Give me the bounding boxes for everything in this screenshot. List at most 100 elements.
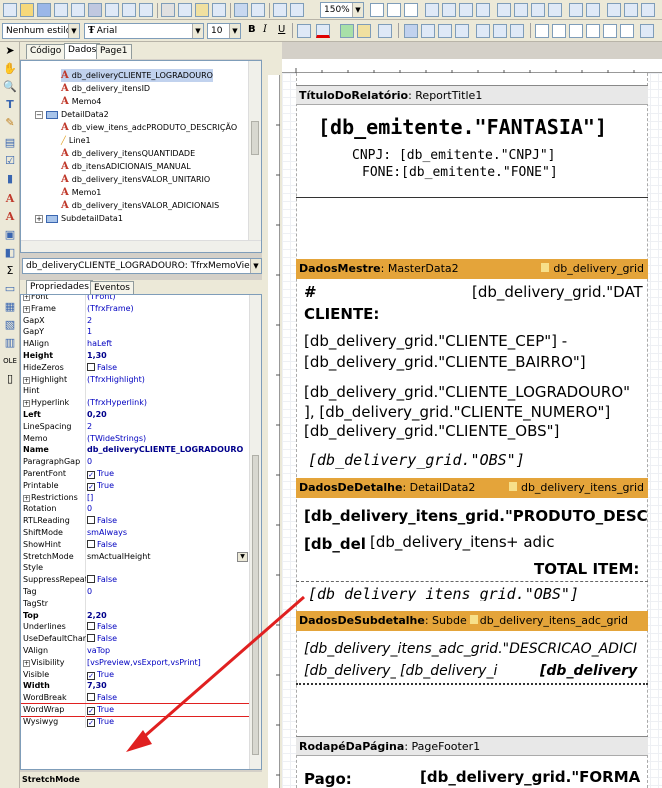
property-row[interactable]: + Hyperlink (TfrxHyperlink): [21, 397, 250, 409]
memo-sub-3[interactable]: [db_delivery: [540, 663, 648, 679]
expand-icon[interactable]: +: [23, 295, 30, 301]
barcode-icon[interactable]: ▯: [3, 372, 17, 386]
property-value[interactable]: (TfrxFrame): [87, 303, 250, 315]
property-value[interactable]: [vsPreview,vsExport,vsPrint]: [87, 657, 250, 669]
unchecked-checkbox-icon[interactable]: [87, 516, 95, 525]
new-page-icon[interactable]: [105, 3, 119, 17]
property-value[interactable]: ✓ True: [87, 669, 250, 681]
band-header-report-title[interactable]: TítuloDoRelatório: ReportTitle1: [296, 85, 648, 105]
property-value[interactable]: []: [87, 492, 250, 504]
open-icon[interactable]: [20, 3, 34, 17]
highlight-icon[interactable]: [340, 24, 354, 38]
property-value[interactable]: db_deliveryCLIENTE_LOGRADOURO: [87, 444, 250, 456]
tree-item[interactable]: Adb_itensADICIONAIS_MANUAL: [61, 160, 191, 173]
property-value[interactable]: 1,30: [87, 350, 250, 362]
tab-page[interactable]: Page1: [96, 44, 132, 59]
chevron-down-icon[interactable]: ▼: [237, 551, 248, 562]
expand-icon[interactable]: +: [23, 400, 30, 408]
tree-item[interactable]: ╱ Line1: [61, 134, 91, 147]
memo-bairro[interactable]: [db_delivery_grid."CLIENTE_BAIRRO"]: [304, 353, 586, 371]
memo-sub-2[interactable]: [db_delivery_it: [400, 663, 498, 679]
property-row[interactable]: Memo (TWideStrings): [21, 432, 250, 445]
property-value[interactable]: ✓ True: [87, 704, 250, 716]
property-value[interactable]: 0: [87, 456, 250, 468]
same-size-icon[interactable]: [641, 3, 655, 17]
frame-all-icon[interactable]: [603, 24, 617, 38]
undo-icon[interactable]: [234, 3, 248, 17]
expand-icon[interactable]: +: [23, 494, 30, 502]
align-grid-icon[interactable]: [387, 3, 401, 17]
property-row[interactable]: RTLReading False: [21, 515, 250, 527]
select-tool-icon[interactable]: ➤: [3, 44, 17, 58]
shape-tool-icon[interactable]: ▭: [3, 282, 17, 296]
frame-none-icon[interactable]: [620, 24, 634, 38]
memo-itens[interactable]: [db_delivery_itens: [370, 533, 507, 551]
property-row[interactable]: Rotation 0: [21, 503, 250, 516]
font-size-select[interactable]: 10 ▼: [207, 23, 241, 39]
align-right-icon[interactable]: [459, 3, 473, 17]
memo-hash[interactable]: #: [304, 283, 317, 301]
new-icon[interactable]: [3, 3, 17, 17]
unchecked-checkbox-icon[interactable]: [87, 693, 95, 702]
expand-icon[interactable]: +: [35, 214, 43, 223]
property-value[interactable]: 0: [87, 586, 250, 598]
memo-cnpj[interactable]: CNPJ: [db_emitente."CNPJ"]: [352, 148, 556, 163]
checked-checkbox-icon[interactable]: ✓: [87, 707, 95, 715]
cut-icon[interactable]: [161, 3, 175, 17]
memo-pago[interactable]: Pago:: [304, 770, 352, 788]
property-value[interactable]: (TFont): [87, 295, 250, 303]
tab-properties[interactable]: Propriedades: [26, 280, 93, 294]
property-row[interactable]: Width 7,30: [21, 680, 250, 693]
rich-text-icon[interactable]: ▧: [3, 318, 17, 332]
picture-tool-icon[interactable]: ▣: [3, 228, 17, 242]
tab-code[interactable]: Código: [26, 44, 66, 59]
save-icon[interactable]: [37, 3, 51, 17]
memo-adic[interactable]: + adic: [506, 533, 554, 551]
same-height-icon[interactable]: [624, 3, 638, 17]
property-row[interactable]: + Highlight (TfrxHighlight): [21, 373, 250, 386]
valign-center-icon[interactable]: [493, 24, 507, 38]
memo-fantasia[interactable]: [db_emitente."FANTASIA"]: [318, 115, 607, 139]
checkbox-tool-icon[interactable]: ▦: [3, 300, 17, 314]
band-header-detail-data[interactable]: DadosDeDetalhe: DetailData2 db_delivery_i…: [296, 478, 648, 498]
property-row[interactable]: VAlign vaTop: [21, 645, 250, 657]
band-header-master-data[interactable]: DadosMestre: MasterData2 db_delivery_grid: [296, 259, 648, 279]
object-selector[interactable]: db_deliveryCLIENTE_LOGRADOURO: TfrxMemoV…: [22, 258, 262, 274]
property-value[interactable]: (TfrxHighlight): [87, 374, 250, 386]
property-row[interactable]: GapY 1: [21, 326, 250, 339]
property-row[interactable]: Visible ✓ True: [21, 668, 250, 681]
property-row[interactable]: Left 0,20: [21, 409, 250, 421]
property-value[interactable]: 2,20: [87, 610, 250, 622]
unchecked-checkbox-icon[interactable]: [87, 622, 95, 631]
property-value[interactable]: False: [87, 574, 250, 586]
page-setup-icon[interactable]: [88, 3, 102, 17]
property-value[interactable]: ✓ True: [87, 480, 250, 492]
tree-item[interactable]: A Memo4: [61, 95, 101, 108]
property-value[interactable]: 2: [87, 421, 250, 433]
property-row[interactable]: Name db_deliveryCLIENTE_LOGRADOURO: [21, 444, 250, 457]
fit-grid-icon[interactable]: [404, 3, 418, 17]
align-top-icon[interactable]: [476, 3, 490, 17]
property-row[interactable]: StretchMode smActualHeight ▼: [21, 550, 250, 563]
property-row[interactable]: TagStr: [21, 597, 250, 610]
property-value[interactable]: False: [87, 539, 250, 551]
property-row[interactable]: SuppressRepeated False: [21, 574, 250, 586]
memo-logradouro[interactable]: [db_delivery_grid."CLIENTE_LOGRADOURO": [304, 383, 648, 401]
tree-item[interactable]: A Memo1: [61, 186, 101, 199]
text-justify-icon[interactable]: [455, 24, 469, 38]
property-row[interactable]: WordBreak False: [21, 692, 250, 704]
memo-forma[interactable]: [db_delivery_grid."FORMA: [420, 768, 648, 786]
text-tool-icon[interactable]: T: [3, 98, 17, 112]
property-row[interactable]: Hint: [21, 385, 250, 398]
grid-icon[interactable]: [370, 3, 384, 17]
print-icon[interactable]: [71, 3, 85, 17]
tree-item[interactable]: Adb_delivery_itensVALOR_ADICIONAIS: [61, 199, 219, 212]
property-row[interactable]: Wysiwyg ✓ True: [21, 715, 250, 728]
property-value[interactable]: 7,30: [87, 680, 250, 692]
memo-produto-desc[interactable]: [db_delivery_itens_grid."PRODUTO_DESC: [304, 507, 648, 525]
memo-total-item[interactable]: TOTAL ITEM:: [534, 560, 639, 578]
memo-tool-icon[interactable]: A: [3, 192, 17, 206]
expand-icon[interactable]: +: [23, 376, 30, 384]
property-row[interactable]: Style: [21, 562, 250, 575]
property-value[interactable]: ✓ True: [87, 468, 250, 480]
